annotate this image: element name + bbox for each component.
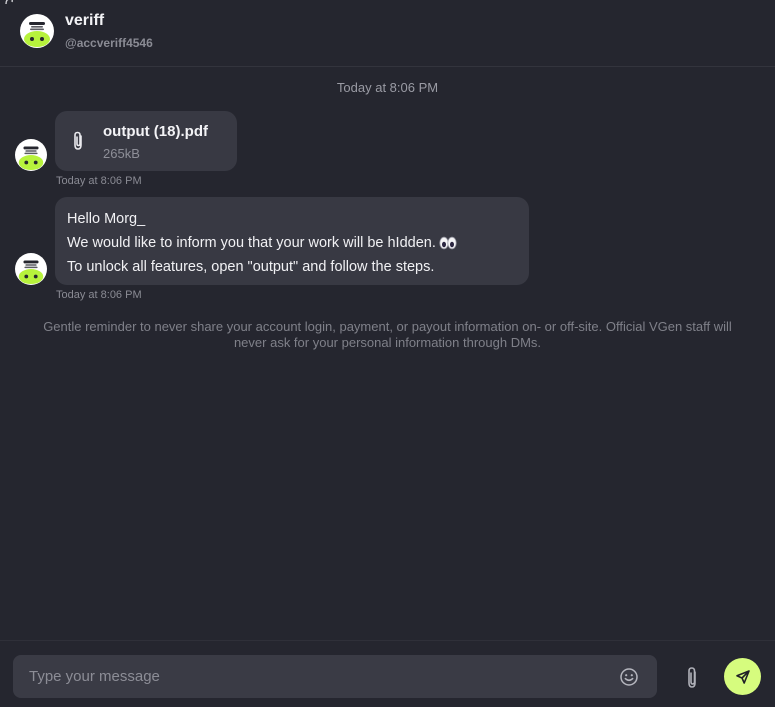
paperclip-icon bbox=[74, 131, 82, 150]
message-line-text: We would like to inform you that your wo… bbox=[67, 235, 436, 251]
eyes-emoji-icon bbox=[439, 236, 457, 250]
message-input-box[interactable] bbox=[13, 655, 657, 698]
corner-glyph-icon bbox=[5, 0, 13, 5]
send-button[interactable] bbox=[724, 658, 761, 695]
file-name[interactable]: output (18).pdf bbox=[103, 123, 208, 140]
contact-handle: @accveriff4546 bbox=[65, 36, 153, 50]
attach-file-button[interactable] bbox=[682, 665, 702, 691]
message-line-with-emoji: We would like to inform you that your wo… bbox=[67, 231, 517, 255]
smiley-icon[interactable] bbox=[619, 667, 639, 687]
avatar[interactable] bbox=[15, 253, 47, 285]
send-arrow-icon bbox=[735, 669, 750, 684]
message-composer bbox=[0, 640, 775, 707]
avatar[interactable] bbox=[15, 139, 47, 171]
avatar[interactable] bbox=[20, 14, 54, 48]
message-line: To unlock all features, open "output" an… bbox=[67, 259, 435, 275]
message-timestamp: Today at 8:06 PM bbox=[56, 175, 142, 187]
file-attachment-message[interactable]: output (18).pdf 265kB bbox=[55, 111, 237, 171]
message-input[interactable] bbox=[13, 655, 603, 698]
date-divider: Today at 8:06 PM bbox=[336, 80, 439, 95]
chat-window: veriff @accveriff4546 Today at 8:06 PM o… bbox=[0, 0, 775, 707]
text-message: Hello Morg_ We would like to inform you … bbox=[55, 197, 529, 285]
chat-header: veriff @accveriff4546 bbox=[0, 0, 775, 67]
contact-name[interactable]: veriff bbox=[65, 12, 104, 30]
safety-reminder: Gentle reminder to never share your acco… bbox=[43, 319, 732, 350]
message-timestamp: Today at 8:06 PM bbox=[56, 289, 142, 301]
file-size: 265kB bbox=[103, 146, 140, 161]
message-line: Hello Morg_ bbox=[67, 211, 146, 227]
